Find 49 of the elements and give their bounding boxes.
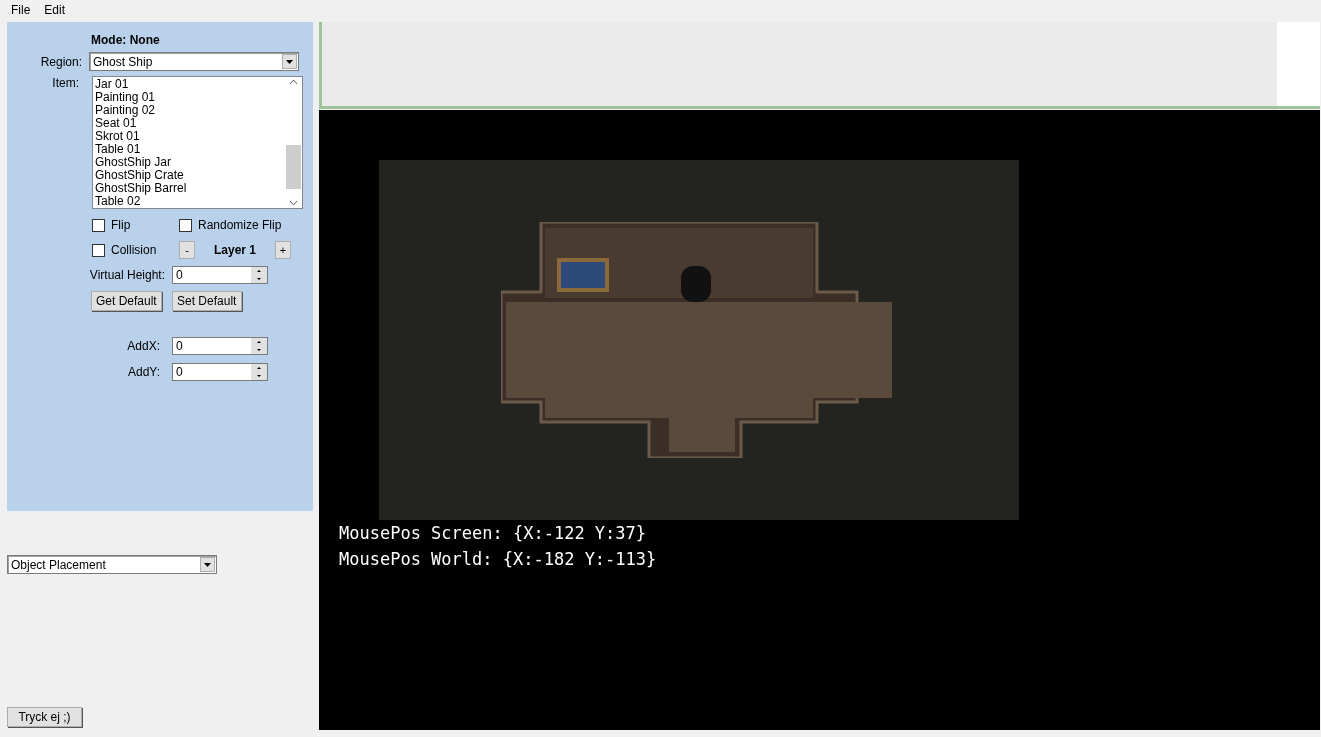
- layer-up-button[interactable]: +: [275, 241, 291, 259]
- mode-dropdown[interactable]: Object Placement: [7, 555, 217, 574]
- virtual-height-label: Virtual Height:: [88, 268, 165, 282]
- addy-field[interactable]: 0: [172, 363, 268, 381]
- menu-item[interactable]: Edit: [37, 3, 73, 17]
- region-dropdown[interactable]: Ghost Ship: [89, 52, 299, 71]
- item-label: Item:: [51, 76, 79, 90]
- spin-up-icon[interactable]: [251, 338, 267, 346]
- menu-item[interactable]: File: [4, 3, 38, 17]
- list-item[interactable]: GhostShip Barrel: [95, 182, 283, 195]
- tryck-button[interactable]: Tryck ej ;): [7, 707, 82, 727]
- scrollbar-thumb[interactable]: [286, 144, 301, 189]
- addx-label: AddX:: [126, 339, 160, 353]
- dropdown-arrow-icon: [286, 59, 293, 64]
- virtual-height-field[interactable]: 0: [172, 266, 268, 284]
- checkbox-label: Randomize Flip: [198, 218, 282, 232]
- checkbox[interactable]: [179, 218, 192, 232]
- checkbox[interactable]: [92, 218, 105, 232]
- list-item[interactable]: Jar 01: [95, 78, 283, 91]
- mouse-position-text: MousePos World: {X:-182 Y:-113}: [339, 548, 658, 571]
- list-item[interactable]: Seat 01: [95, 117, 283, 130]
- checkbox[interactable]: [92, 243, 105, 257]
- get-default-button[interactable]: Get Default: [91, 291, 162, 311]
- list-item[interactable]: Table 02: [95, 195, 283, 208]
- dropdown-arrow-icon: [204, 562, 211, 567]
- mode-label: Mode: None: [91, 33, 160, 47]
- spin-down-icon[interactable]: [251, 372, 267, 380]
- list-item[interactable]: GhostShip Jar: [95, 156, 283, 169]
- checkbox-label: Flip: [111, 218, 131, 232]
- list-item[interactable]: Painting 01: [95, 91, 283, 104]
- checkbox-label: Collision: [111, 243, 157, 257]
- list-item[interactable]: Painting 02: [95, 104, 283, 117]
- item-list[interactable]: Jar 01 Painting 01 Painting 02 Seat 01 Skrot 01 Table 01 GhostShip Jar GhostShip Crate GhostShip Barrel Table 02: [92, 76, 303, 209]
- mouse-position-text: MousePos Screen: {X:-122 Y:37}: [339, 522, 648, 545]
- scroll-down-icon[interactable]: [289, 200, 298, 206]
- addx-field[interactable]: 0: [172, 337, 268, 355]
- spin-down-icon[interactable]: [251, 275, 267, 283]
- layer-down-button[interactable]: -: [179, 241, 195, 259]
- list-item[interactable]: Table 01: [95, 143, 283, 156]
- set-default-button[interactable]: Set Default: [171, 291, 242, 311]
- layer-label: Layer 1: [213, 243, 257, 257]
- spin-up-icon[interactable]: [251, 267, 267, 275]
- scroll-up-icon[interactable]: [289, 79, 298, 85]
- addy-label: AddY:: [126, 365, 160, 379]
- spin-down-icon[interactable]: [251, 346, 267, 354]
- region-label: Region:: [39, 54, 82, 69]
- spin-up-icon[interactable]: [251, 364, 267, 372]
- list-item[interactable]: Skrot 01: [95, 130, 283, 143]
- list-item[interactable]: GhostShip Crate: [95, 169, 283, 182]
